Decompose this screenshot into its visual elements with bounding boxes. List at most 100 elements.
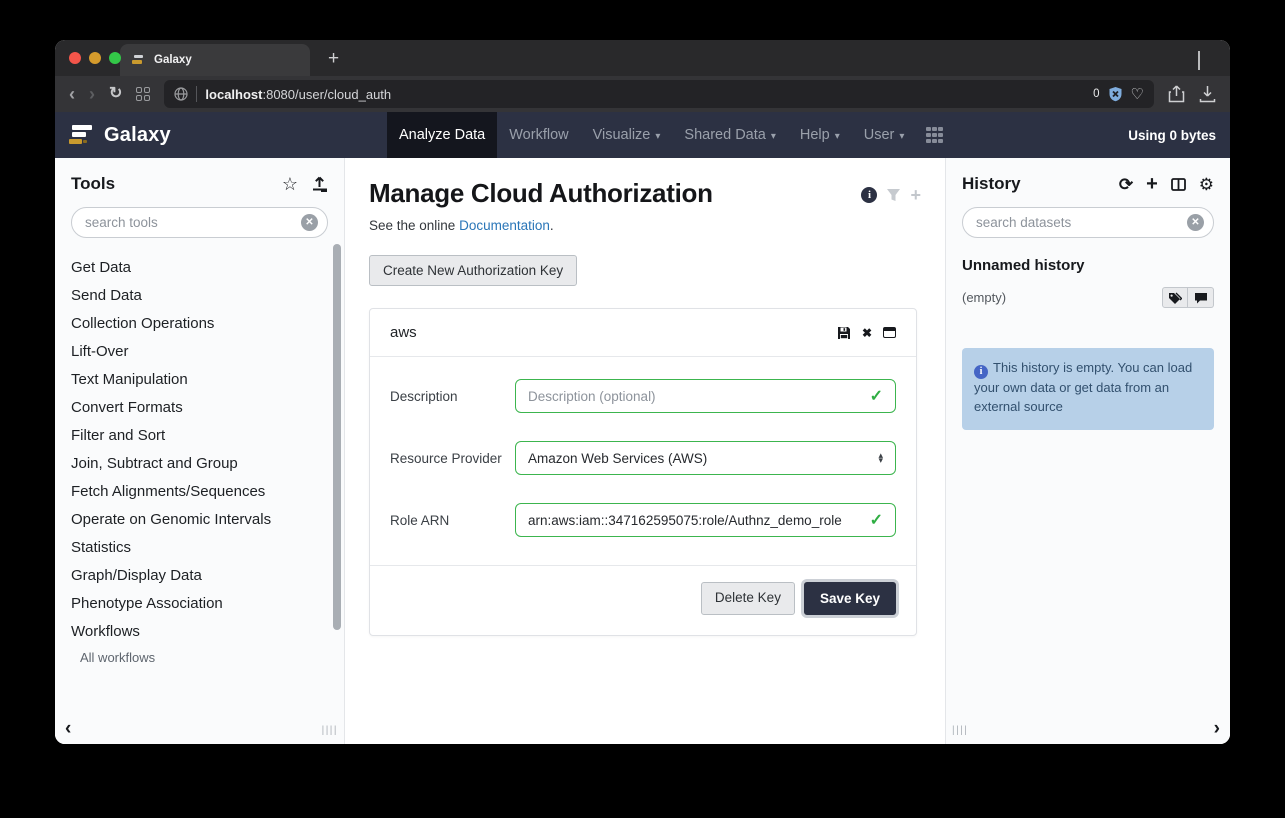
tool-section-workflows[interactable]: Workflows bbox=[71, 618, 328, 646]
browser-window: Galaxy + ‹ › ↻ localhost:8080/user/cloud… bbox=[55, 40, 1230, 744]
storage-usage[interactable]: Using 0 bytes bbox=[1128, 128, 1216, 143]
edit-tags-button[interactable] bbox=[1162, 287, 1188, 308]
datasets-search-input[interactable]: search datasets ✕ bbox=[962, 207, 1214, 238]
subtitle-text: See the online bbox=[369, 218, 459, 233]
delete-icon[interactable]: ✖ bbox=[862, 326, 872, 340]
tool-section[interactable]: Lift-Over bbox=[71, 338, 328, 366]
tool-section[interactable]: Join, Subtract and Group bbox=[71, 450, 328, 478]
brand-name[interactable]: Galaxy bbox=[104, 124, 171, 147]
close-window-button[interactable] bbox=[69, 52, 81, 64]
reload-button[interactable]: ↻ bbox=[109, 86, 122, 102]
tool-section[interactable]: Operate on Genomic Intervals bbox=[71, 506, 328, 534]
nav-label: Visualize bbox=[593, 127, 651, 143]
expand-window-icon[interactable] bbox=[883, 327, 896, 338]
zoom-window-button[interactable] bbox=[109, 52, 121, 64]
save-icon[interactable] bbox=[837, 326, 851, 340]
chevron-down-icon: ▾ bbox=[655, 131, 660, 142]
authorization-key-card: aws ✖ Description Description (optional)… bbox=[369, 308, 917, 636]
all-workflows-link[interactable]: All workflows bbox=[71, 650, 328, 665]
content-area: Tools ☆ search tools ✕ Get Data Send Dat… bbox=[55, 158, 1230, 744]
tool-section[interactable]: Get Data bbox=[71, 254, 328, 282]
tools-panel: Tools ☆ search tools ✕ Get Data Send Dat… bbox=[55, 158, 345, 744]
tool-section[interactable]: Graph/Display Data bbox=[71, 562, 328, 590]
alert-text: This history is empty. You can load your… bbox=[974, 360, 1192, 414]
clear-search-icon[interactable]: ✕ bbox=[301, 214, 318, 231]
tool-section[interactable]: Collection Operations bbox=[71, 310, 328, 338]
nav-help[interactable]: Help▾ bbox=[788, 112, 852, 158]
tool-section[interactable]: Send Data bbox=[71, 282, 328, 310]
download-icon[interactable] bbox=[1199, 85, 1216, 103]
collapse-left-panel-button[interactable]: ‹ bbox=[65, 718, 71, 740]
tools-search-input[interactable]: search tools ✕ bbox=[71, 207, 328, 238]
add-icon[interactable]: + bbox=[910, 186, 921, 204]
documentation-link[interactable]: Documentation bbox=[459, 218, 550, 233]
history-options-gear-icon[interactable]: ⚙ bbox=[1199, 176, 1214, 193]
refresh-icon[interactable]: ⟳ bbox=[1119, 176, 1133, 193]
scrollbar-thumb[interactable] bbox=[333, 244, 341, 630]
panel-resize-handle[interactable]: |||| bbox=[322, 725, 338, 736]
share-icon[interactable] bbox=[1168, 85, 1185, 103]
history-title: History bbox=[962, 174, 1021, 194]
view-multiple-histories-icon[interactable] bbox=[1171, 178, 1186, 191]
tool-section[interactable]: Filter and Sort bbox=[71, 422, 328, 450]
favorites-star-icon[interactable]: ☆ bbox=[282, 175, 298, 193]
toolbar-overflow-icon[interactable] bbox=[1196, 51, 1212, 65]
forward-button[interactable]: › bbox=[89, 85, 95, 103]
browser-tab[interactable]: Galaxy bbox=[120, 44, 310, 76]
valid-check-icon: ✓ bbox=[870, 510, 883, 530]
edit-annotation-button[interactable] bbox=[1188, 287, 1214, 308]
field-label: Resource Provider bbox=[390, 451, 515, 466]
save-key-button[interactable]: Save Key bbox=[804, 582, 896, 615]
shield-icon[interactable] bbox=[1108, 86, 1123, 102]
minimize-window-button[interactable] bbox=[89, 52, 101, 64]
nav-user[interactable]: User▾ bbox=[852, 112, 917, 158]
nav-label: Shared Data bbox=[684, 127, 765, 143]
heart-icon[interactable]: ♡ bbox=[1131, 85, 1144, 103]
role-arn-value: arn:aws:iam::347162595075:role/Authnz_de… bbox=[528, 513, 842, 528]
tool-section[interactable]: Text Manipulation bbox=[71, 366, 328, 394]
role-arn-input[interactable]: arn:aws:iam::347162595075:role/Authnz_de… bbox=[515, 503, 896, 537]
address-bar[interactable]: localhost:8080/user/cloud_auth 0 ♡ bbox=[164, 80, 1154, 108]
window-controls bbox=[69, 52, 121, 64]
nav-visualize[interactable]: Visualize ▾ bbox=[581, 112, 673, 158]
url-path: :8080/user/cloud_auth bbox=[262, 87, 391, 102]
galaxy-favicon-icon bbox=[132, 54, 146, 66]
new-history-icon[interactable]: + bbox=[1146, 174, 1158, 194]
tool-section[interactable]: Convert Formats bbox=[71, 394, 328, 422]
upload-icon[interactable] bbox=[311, 176, 328, 192]
galaxy-logo-icon[interactable] bbox=[69, 123, 95, 147]
create-new-authorization-key-button[interactable]: Create New Authorization Key bbox=[369, 255, 577, 286]
datasets-search-placeholder: search datasets bbox=[976, 215, 1187, 230]
history-name[interactable]: Unnamed history bbox=[962, 257, 1214, 274]
tool-section[interactable]: Statistics bbox=[71, 534, 328, 562]
nav-shared-data[interactable]: Shared Data▾ bbox=[672, 112, 787, 158]
filter-icon[interactable] bbox=[886, 188, 901, 202]
form-row-description: Description Description (optional) ✓ bbox=[390, 379, 896, 413]
nav-analyze-data[interactable]: Analyze Data bbox=[387, 112, 497, 158]
info-icon[interactable]: i bbox=[861, 187, 877, 203]
panel-resize-handle[interactable]: |||| bbox=[952, 725, 968, 736]
subtitle-text: . bbox=[550, 218, 554, 233]
tool-section[interactable]: Phenotype Association bbox=[71, 590, 328, 618]
description-input[interactable]: Description (optional) ✓ bbox=[515, 379, 896, 413]
tool-section[interactable]: Fetch Alignments/Sequences bbox=[71, 478, 328, 506]
nav-workflow[interactable]: Workflow bbox=[497, 112, 580, 158]
nav-label: Workflow bbox=[509, 127, 568, 143]
clear-search-icon[interactable]: ✕ bbox=[1187, 214, 1204, 231]
new-tab-button[interactable]: + bbox=[328, 48, 339, 70]
back-button[interactable]: ‹ bbox=[69, 85, 75, 103]
delete-key-button[interactable]: Delete Key bbox=[701, 582, 795, 615]
tab-overview-icon[interactable] bbox=[136, 87, 150, 101]
card-title: aws bbox=[390, 324, 417, 341]
url-text: localhost:8080/user/cloud_auth bbox=[205, 87, 1085, 102]
tools-search-placeholder: search tools bbox=[85, 215, 301, 230]
tools-title: Tools bbox=[71, 174, 115, 194]
apps-grid-icon[interactable] bbox=[926, 127, 943, 144]
nav-label: User bbox=[864, 127, 895, 143]
tools-scrollbar bbox=[333, 244, 341, 704]
empty-history-alert: iThis history is empty. You can load you… bbox=[962, 348, 1214, 430]
collapse-right-panel-button[interactable]: › bbox=[1214, 718, 1220, 740]
select-arrows-icon: ▴▾ bbox=[878, 453, 883, 463]
divider bbox=[196, 86, 197, 102]
resource-provider-select[interactable]: Amazon Web Services (AWS) ▴▾ bbox=[515, 441, 896, 475]
